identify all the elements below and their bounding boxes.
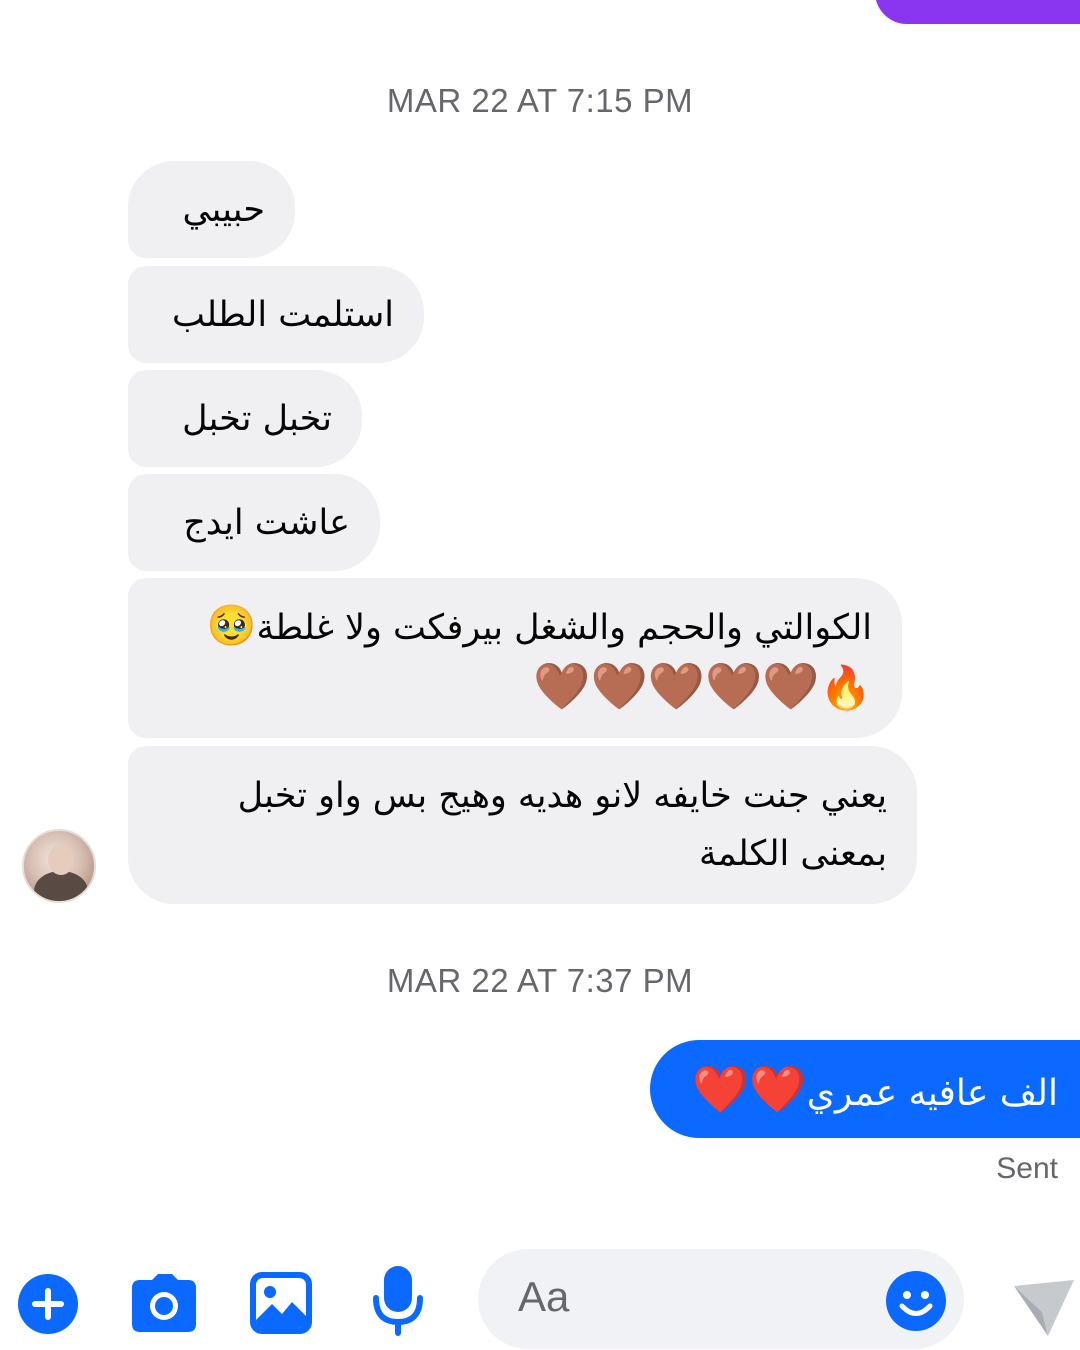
message-text: الكوالتي والحجم والشغل بيرفكت ولا غلطة <box>256 607 873 648</box>
message-text: استلمت الطلب <box>172 294 394 335</box>
send-icon[interactable] <box>1012 1278 1076 1338</box>
message-input[interactable]: Aa <box>478 1249 964 1349</box>
red-hearts-emoji: ❤️❤️ <box>692 1062 807 1116</box>
message-text: عاشت ايدج <box>183 502 350 543</box>
pleading-face-emoji: 🥹 <box>206 602 257 649</box>
camera-icon[interactable] <box>132 1274 196 1332</box>
brown-hearts-emoji: 🤎🤎🤎🤎🤎 <box>533 658 820 713</box>
incoming-message[interactable]: الكوالتي والحجم والشغل بيرفكت ولا غلطة🥹 … <box>128 578 902 738</box>
message-text: بمعنى الكلمة <box>698 834 887 874</box>
timestamp: MAR 22 AT 7:15 PM <box>386 82 694 119</box>
contact-avatar[interactable] <box>22 829 96 903</box>
incoming-message[interactable]: حبيبي <box>128 161 295 258</box>
previous-message-bubble[interactable] <box>875 0 1080 24</box>
fire-emoji: 🔥 <box>819 662 872 712</box>
message-input-placeholder: Aa <box>518 1273 570 1320</box>
incoming-message[interactable]: استلمت الطلب <box>128 266 424 363</box>
message-text: الف عافيه عمري <box>806 1073 1058 1114</box>
incoming-message[interactable]: تخبل تخبل <box>128 370 362 467</box>
gallery-icon[interactable] <box>250 1272 312 1334</box>
timestamp: MAR 22 AT 7:37 PM <box>386 962 694 999</box>
emoji-icon[interactable] <box>886 1271 946 1331</box>
microphone-icon[interactable] <box>372 1266 424 1338</box>
message-text: تخبل تخبل <box>182 398 332 439</box>
message-status: Sent <box>996 1152 1058 1185</box>
incoming-message[interactable]: يعني جنت خايفه لانو هديه وهيج بس واو تخب… <box>128 746 917 904</box>
outgoing-message[interactable]: الف عافيه عمري❤️❤️ <box>650 1040 1080 1138</box>
incoming-message[interactable]: عاشت ايدج <box>128 474 380 571</box>
message-text: يعني جنت خايفه لانو هديه وهيج بس واو تخب… <box>237 776 887 816</box>
message-text: حبيبي <box>182 189 266 230</box>
plus-icon[interactable] <box>16 1272 80 1336</box>
